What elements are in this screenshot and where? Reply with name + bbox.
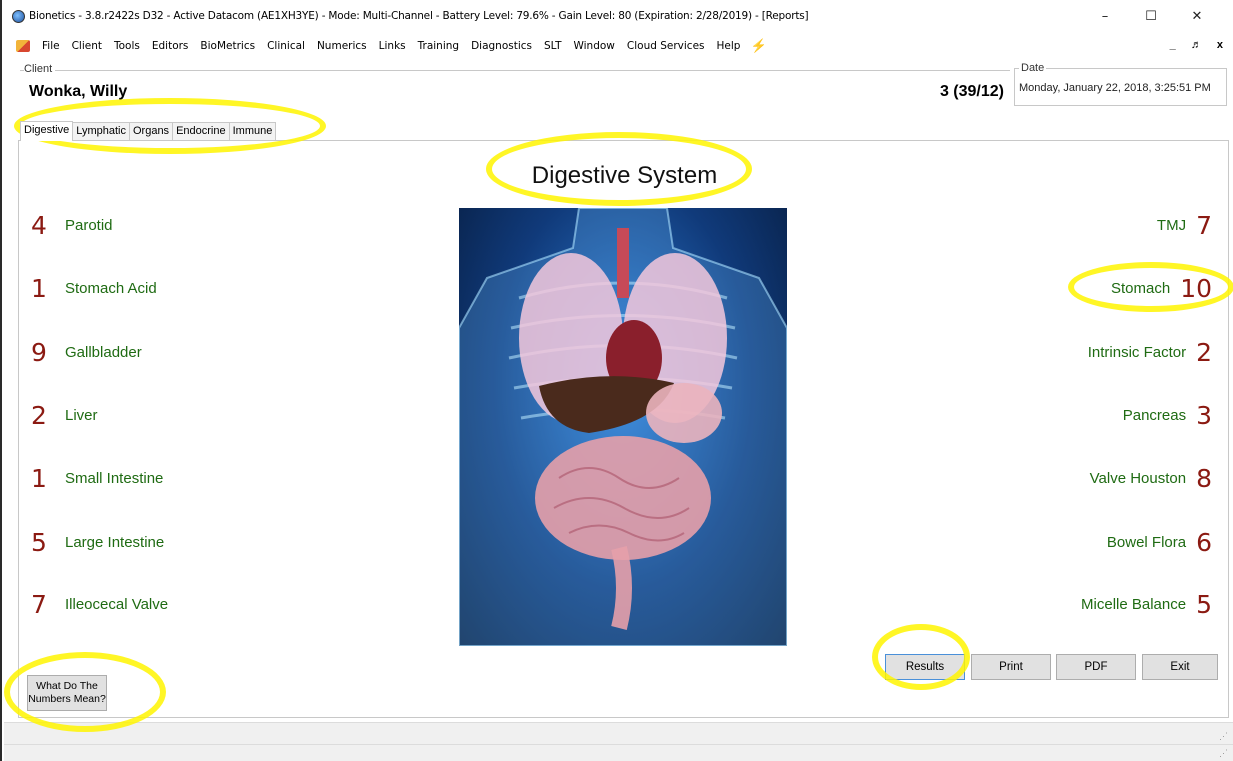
menu-numerics[interactable]: Numerics xyxy=(311,40,373,52)
score-number: 1 xyxy=(31,463,47,493)
document-icon xyxy=(16,40,30,52)
anatomy-image xyxy=(459,208,787,646)
tab-immune[interactable]: Immune xyxy=(228,122,277,140)
list-item: 2 Intrinsic Factor xyxy=(1088,337,1212,367)
score-number: 5 xyxy=(1196,589,1212,619)
torso-illustration xyxy=(459,208,787,646)
status-bar-outer: ⋰ xyxy=(4,744,1233,761)
list-item: 1 Small Intestine xyxy=(31,463,163,493)
what-do-numbers-mean-button[interactable]: What Do The Numbers Mean? xyxy=(27,675,107,711)
client-caption: Client xyxy=(24,63,56,75)
list-item: 2 Liver xyxy=(31,400,98,430)
menu-window[interactable]: Window xyxy=(567,40,620,52)
list-item: 7 TMJ xyxy=(1157,210,1212,240)
score-number: 4 xyxy=(31,210,47,240)
score-number: 3 xyxy=(1196,400,1212,430)
date-caption: Date xyxy=(1019,62,1047,74)
client-group: Client Wonka, Willy 3 (39/12) xyxy=(20,63,1010,106)
item-label: Pancreas xyxy=(1122,406,1187,424)
score-number: 2 xyxy=(31,400,47,430)
menu-bar: File Client Tools Editors BioMetrics Cli… xyxy=(2,32,1233,60)
maximize-button[interactable]: ☐ xyxy=(1128,0,1174,32)
date-value: Monday, January 22, 2018, 3:25:51 PM xyxy=(1019,82,1211,94)
list-item: 10 Stomach xyxy=(1111,273,1212,303)
menu-client[interactable]: Client xyxy=(66,40,108,52)
app-logo-icon xyxy=(12,9,25,23)
menu-training[interactable]: Training xyxy=(412,40,465,52)
mdi-window-controls[interactable]: _ ♬ x xyxy=(1170,39,1229,51)
score-number: 1 xyxy=(31,273,47,303)
score-number: 10 xyxy=(1180,273,1212,303)
tab-digestive[interactable]: Digestive xyxy=(20,121,74,141)
date-group: Date Monday, January 22, 2018, 3:25:51 P… xyxy=(1014,62,1227,106)
item-label: Micelle Balance xyxy=(1081,595,1187,613)
list-item: 8 Valve Houston xyxy=(1090,463,1212,493)
exit-button[interactable]: Exit xyxy=(1142,654,1218,680)
item-label: Large Intestine xyxy=(65,533,165,551)
print-button[interactable]: Print xyxy=(971,654,1051,680)
score-number: 6 xyxy=(1196,527,1212,557)
list-item: 9 Gallbladder xyxy=(31,337,142,367)
score-number: 9 xyxy=(31,337,47,367)
status-bar: ⋰ xyxy=(4,722,1233,744)
item-label: Bowel Flora xyxy=(1106,533,1187,551)
item-label: Stomach xyxy=(1110,279,1171,297)
list-item: 3 Pancreas xyxy=(1123,400,1212,430)
title-bar: Bionetics - 3.8.r2422s D32 - Active Data… xyxy=(2,0,1233,32)
tab-organs[interactable]: Organs xyxy=(128,122,174,140)
item-label: Liver xyxy=(65,406,98,424)
resize-grip-icon[interactable]: ⋰ xyxy=(1219,731,1228,742)
item-label: Intrinsic Factor xyxy=(1087,343,1187,361)
pdf-button[interactable]: PDF xyxy=(1056,654,1136,680)
list-item: 6 Bowel Flora xyxy=(1107,527,1212,557)
menu-biometrics[interactable]: BioMetrics xyxy=(194,40,261,52)
list-item: 5 Large Intestine xyxy=(31,527,164,557)
menu-clinical[interactable]: Clinical xyxy=(261,40,311,52)
score-number: 5 xyxy=(31,527,47,557)
close-button[interactable]: ✕ xyxy=(1174,0,1220,32)
minimize-button[interactable]: – xyxy=(1082,0,1128,32)
client-count: 3 (39/12) xyxy=(939,83,1004,100)
window-title: Bionetics - 3.8.r2422s D32 - Active Data… xyxy=(29,10,809,22)
menu-cloud-services[interactable]: Cloud Services xyxy=(621,40,711,52)
item-label: Stomach Acid xyxy=(65,279,157,297)
score-number: 2 xyxy=(1196,337,1212,367)
score-number: 7 xyxy=(1196,210,1212,240)
item-label: Valve Houston xyxy=(1089,469,1187,487)
menu-file[interactable]: File xyxy=(36,40,66,52)
item-label: Parotid xyxy=(65,216,113,234)
tab-strip: Digestive Lymphatic Organs Endocrine Imm… xyxy=(20,120,277,141)
menu-links[interactable]: Links xyxy=(373,40,412,52)
item-label: Illeocecal Valve xyxy=(65,595,169,613)
results-button[interactable]: Results xyxy=(885,654,965,680)
app-window: Bionetics - 3.8.r2422s D32 - Active Data… xyxy=(0,0,1233,761)
menu-help[interactable]: Help xyxy=(711,40,747,52)
report-panel: Digestive System 4 Parotid 1 Stomach Aci… xyxy=(18,140,1229,718)
score-number: 7 xyxy=(31,589,47,619)
item-label: Small Intestine xyxy=(65,469,164,487)
item-label: Gallbladder xyxy=(65,343,142,361)
list-item: 1 Stomach Acid xyxy=(31,273,157,303)
item-label: TMJ xyxy=(1156,216,1187,234)
resize-grip-icon[interactable]: ⋰ xyxy=(1219,748,1228,759)
menu-editors[interactable]: Editors xyxy=(146,40,195,52)
page-title: Digestive System xyxy=(531,162,718,189)
list-item: 4 Parotid xyxy=(31,210,113,240)
tab-lymphatic[interactable]: Lymphatic xyxy=(72,122,130,140)
list-item: 7 Illeocecal Valve xyxy=(31,589,168,619)
list-item: 5 Micelle Balance xyxy=(1081,589,1212,619)
menu-tools[interactable]: Tools xyxy=(108,40,146,52)
client-name: Wonka, Willy xyxy=(29,83,128,100)
sparkle-icon[interactable]: ⚡ xyxy=(750,38,766,54)
menu-slt[interactable]: SLT xyxy=(538,40,567,52)
score-number: 8 xyxy=(1196,463,1212,493)
menu-diagnostics[interactable]: Diagnostics xyxy=(465,40,538,52)
tab-endocrine[interactable]: Endocrine xyxy=(172,122,230,140)
